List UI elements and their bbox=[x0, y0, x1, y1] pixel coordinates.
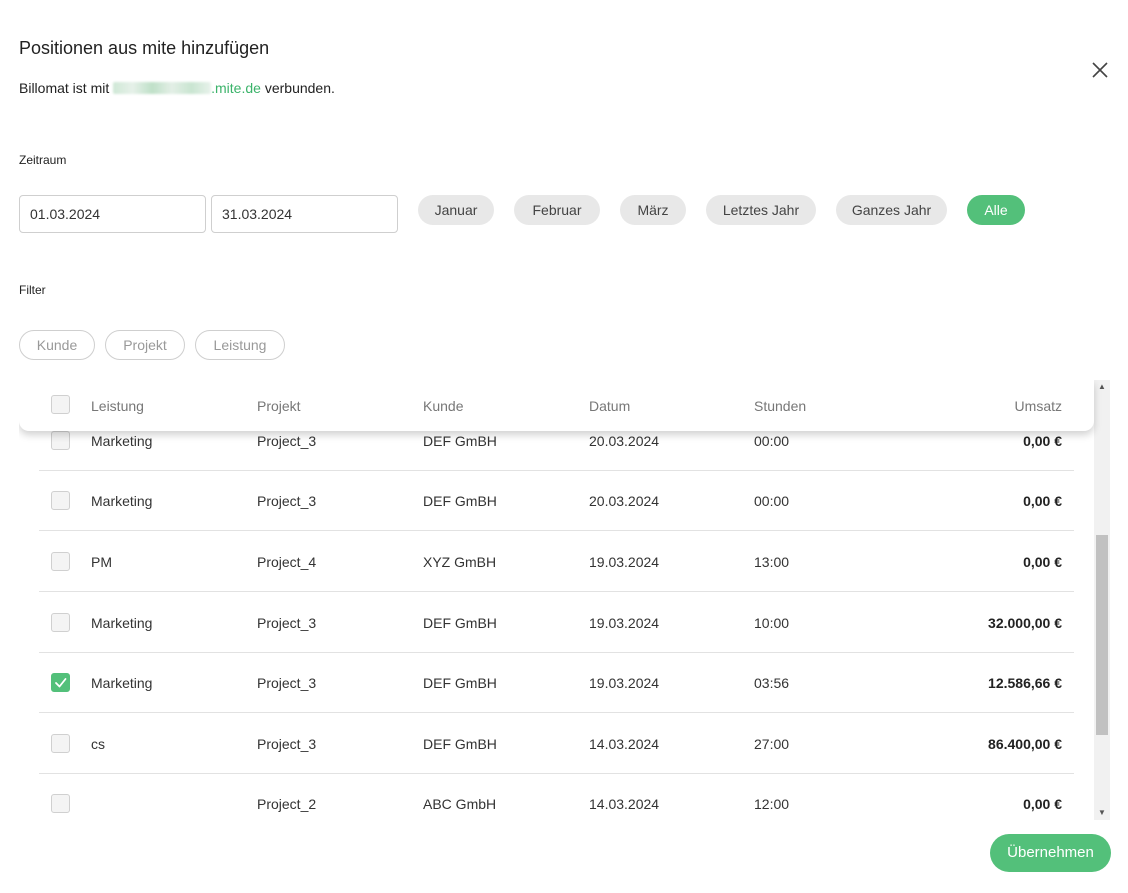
cell-leistung: Marketing bbox=[91, 675, 153, 691]
preset-letztes-jahr-button[interactable]: Letztes Jahr bbox=[706, 195, 816, 225]
cell-kunde: ABC GmbH bbox=[423, 796, 497, 812]
cell-projekt: Project_3 bbox=[257, 433, 317, 449]
dialog-title: Positionen aus mite hinzufügen bbox=[19, 38, 270, 58]
column-header-leistung[interactable]: Leistung bbox=[91, 398, 144, 414]
column-header-datum[interactable]: Datum bbox=[589, 398, 630, 414]
zeitraum-label: Zeitraum bbox=[19, 153, 67, 167]
cell-projekt: Project_3 bbox=[257, 615, 317, 631]
row-checkbox[interactable] bbox=[51, 734, 70, 753]
filter-kunde-button[interactable]: Kunde bbox=[19, 330, 95, 360]
scroll-down-icon[interactable]: ▼ bbox=[1094, 806, 1110, 820]
cell-projekt: Project_3 bbox=[257, 736, 317, 752]
table-row[interactable]: Project_2 ABC GmbH 14.03.2024 12:00 0,00… bbox=[39, 774, 1074, 820]
column-header-projekt[interactable]: Projekt bbox=[257, 398, 301, 414]
cell-stunden: 10:00 bbox=[754, 615, 790, 631]
cell-stunden: 00:00 bbox=[754, 433, 790, 449]
table-row[interactable]: Marketing Project_3 DEF GmBH 19.03.2024 … bbox=[39, 593, 1074, 653]
row-checkbox[interactable] bbox=[51, 431, 70, 450]
cell-stunden: 00:00 bbox=[754, 493, 790, 509]
cell-datum: 14.03.2024 bbox=[589, 736, 660, 752]
select-all-checkbox[interactable] bbox=[51, 395, 70, 414]
submit-button[interactable]: Übernehmen bbox=[990, 834, 1111, 872]
column-header-umsatz[interactable]: Umsatz bbox=[1015, 398, 1062, 414]
table-header: Leistung Projekt Kunde Datum Stunden Ums… bbox=[19, 380, 1094, 431]
cell-leistung: Marketing bbox=[91, 615, 153, 631]
cell-leistung: Marketing bbox=[91, 433, 153, 449]
column-header-stunden[interactable]: Stunden bbox=[754, 398, 806, 414]
cell-kunde: DEF GmBH bbox=[423, 675, 497, 691]
connection-prefix: Billomat ist mit bbox=[19, 80, 110, 96]
cell-datum: 19.03.2024 bbox=[589, 615, 660, 631]
cell-umsatz: 12.586,66 € bbox=[988, 675, 1062, 691]
cell-datum: 20.03.2024 bbox=[589, 493, 660, 509]
cell-kunde: DEF GmBH bbox=[423, 615, 497, 631]
cell-umsatz: 0,00 € bbox=[1023, 493, 1062, 509]
cell-stunden: 12:00 bbox=[754, 796, 790, 812]
blurred-account-name bbox=[113, 82, 212, 94]
table-row[interactable]: PM Project_4 XYZ GmBH 19.03.2024 13:00 0… bbox=[39, 532, 1074, 592]
preset-ganzes-jahr-button[interactable]: Ganzes Jahr bbox=[836, 195, 947, 225]
check-icon bbox=[55, 678, 67, 688]
connection-suffix: verbunden. bbox=[264, 80, 335, 96]
row-checkbox[interactable] bbox=[51, 552, 70, 571]
close-icon[interactable] bbox=[1088, 58, 1112, 82]
connection-domain-link[interactable]: .mite.de bbox=[211, 80, 261, 96]
filter-leistung-button[interactable]: Leistung bbox=[195, 330, 285, 360]
table-row[interactable]: Marketing Project_3 DEF GmBH 20.03.2024 … bbox=[39, 471, 1074, 531]
cell-leistung: Marketing bbox=[91, 493, 153, 509]
connection-info: Billomat ist mit .mite.de verbunden. bbox=[19, 80, 335, 96]
cell-datum: 20.03.2024 bbox=[589, 433, 660, 449]
preset-maerz-button[interactable]: März bbox=[620, 195, 686, 225]
cell-projekt: Project_3 bbox=[257, 493, 317, 509]
row-checkbox[interactable] bbox=[51, 491, 70, 510]
cell-datum: 19.03.2024 bbox=[589, 675, 660, 691]
date-from-input[interactable]: 01.03.2024 bbox=[19, 195, 206, 233]
cell-umsatz: 32.000,00 € bbox=[988, 615, 1062, 631]
preset-januar-button[interactable]: Januar bbox=[418, 195, 494, 225]
row-checkbox-checked[interactable] bbox=[51, 673, 70, 692]
cell-umsatz: 0,00 € bbox=[1023, 433, 1062, 449]
cell-projekt: Project_4 bbox=[257, 554, 317, 570]
scroll-up-icon[interactable]: ▲ bbox=[1094, 380, 1110, 394]
positions-table: Leistung Projekt Kunde Datum Stunden Ums… bbox=[19, 380, 1113, 820]
cell-projekt: Project_3 bbox=[257, 675, 317, 691]
cell-datum: 14.03.2024 bbox=[589, 796, 660, 812]
table-row[interactable]: Marketing Project_3 DEF GmBH 19.03.2024 … bbox=[39, 653, 1074, 713]
row-checkbox[interactable] bbox=[51, 794, 70, 813]
cell-umsatz: 0,00 € bbox=[1023, 554, 1062, 570]
filter-label: Filter bbox=[19, 283, 46, 297]
cell-umsatz: 0,00 € bbox=[1023, 796, 1062, 812]
preset-alle-button[interactable]: Alle bbox=[967, 195, 1025, 225]
cell-stunden: 03:56 bbox=[754, 675, 790, 691]
cell-leistung: cs bbox=[91, 736, 105, 752]
cell-kunde: DEF GmBH bbox=[423, 433, 497, 449]
cell-umsatz: 86.400,00 € bbox=[988, 736, 1062, 752]
cell-projekt: Project_2 bbox=[257, 796, 317, 812]
cell-leistung: PM bbox=[91, 554, 112, 570]
date-to-input[interactable]: 31.03.2024 bbox=[211, 195, 398, 233]
preset-februar-button[interactable]: Februar bbox=[514, 195, 600, 225]
cell-kunde: XYZ GmBH bbox=[423, 554, 497, 570]
scrollbar-thumb[interactable] bbox=[1096, 535, 1108, 735]
cell-kunde: DEF GmBH bbox=[423, 493, 497, 509]
cell-datum: 19.03.2024 bbox=[589, 554, 660, 570]
table-row[interactable]: cs Project_3 DEF GmBH 14.03.2024 27:00 8… bbox=[39, 714, 1074, 774]
column-header-kunde[interactable]: Kunde bbox=[423, 398, 463, 414]
row-checkbox[interactable] bbox=[51, 613, 70, 632]
filter-projekt-button[interactable]: Projekt bbox=[105, 330, 185, 360]
table-scrollbar[interactable]: ▲ ▼ bbox=[1094, 380, 1110, 820]
cell-kunde: DEF GmBH bbox=[423, 736, 497, 752]
cell-stunden: 27:00 bbox=[754, 736, 790, 752]
cell-stunden: 13:00 bbox=[754, 554, 790, 570]
